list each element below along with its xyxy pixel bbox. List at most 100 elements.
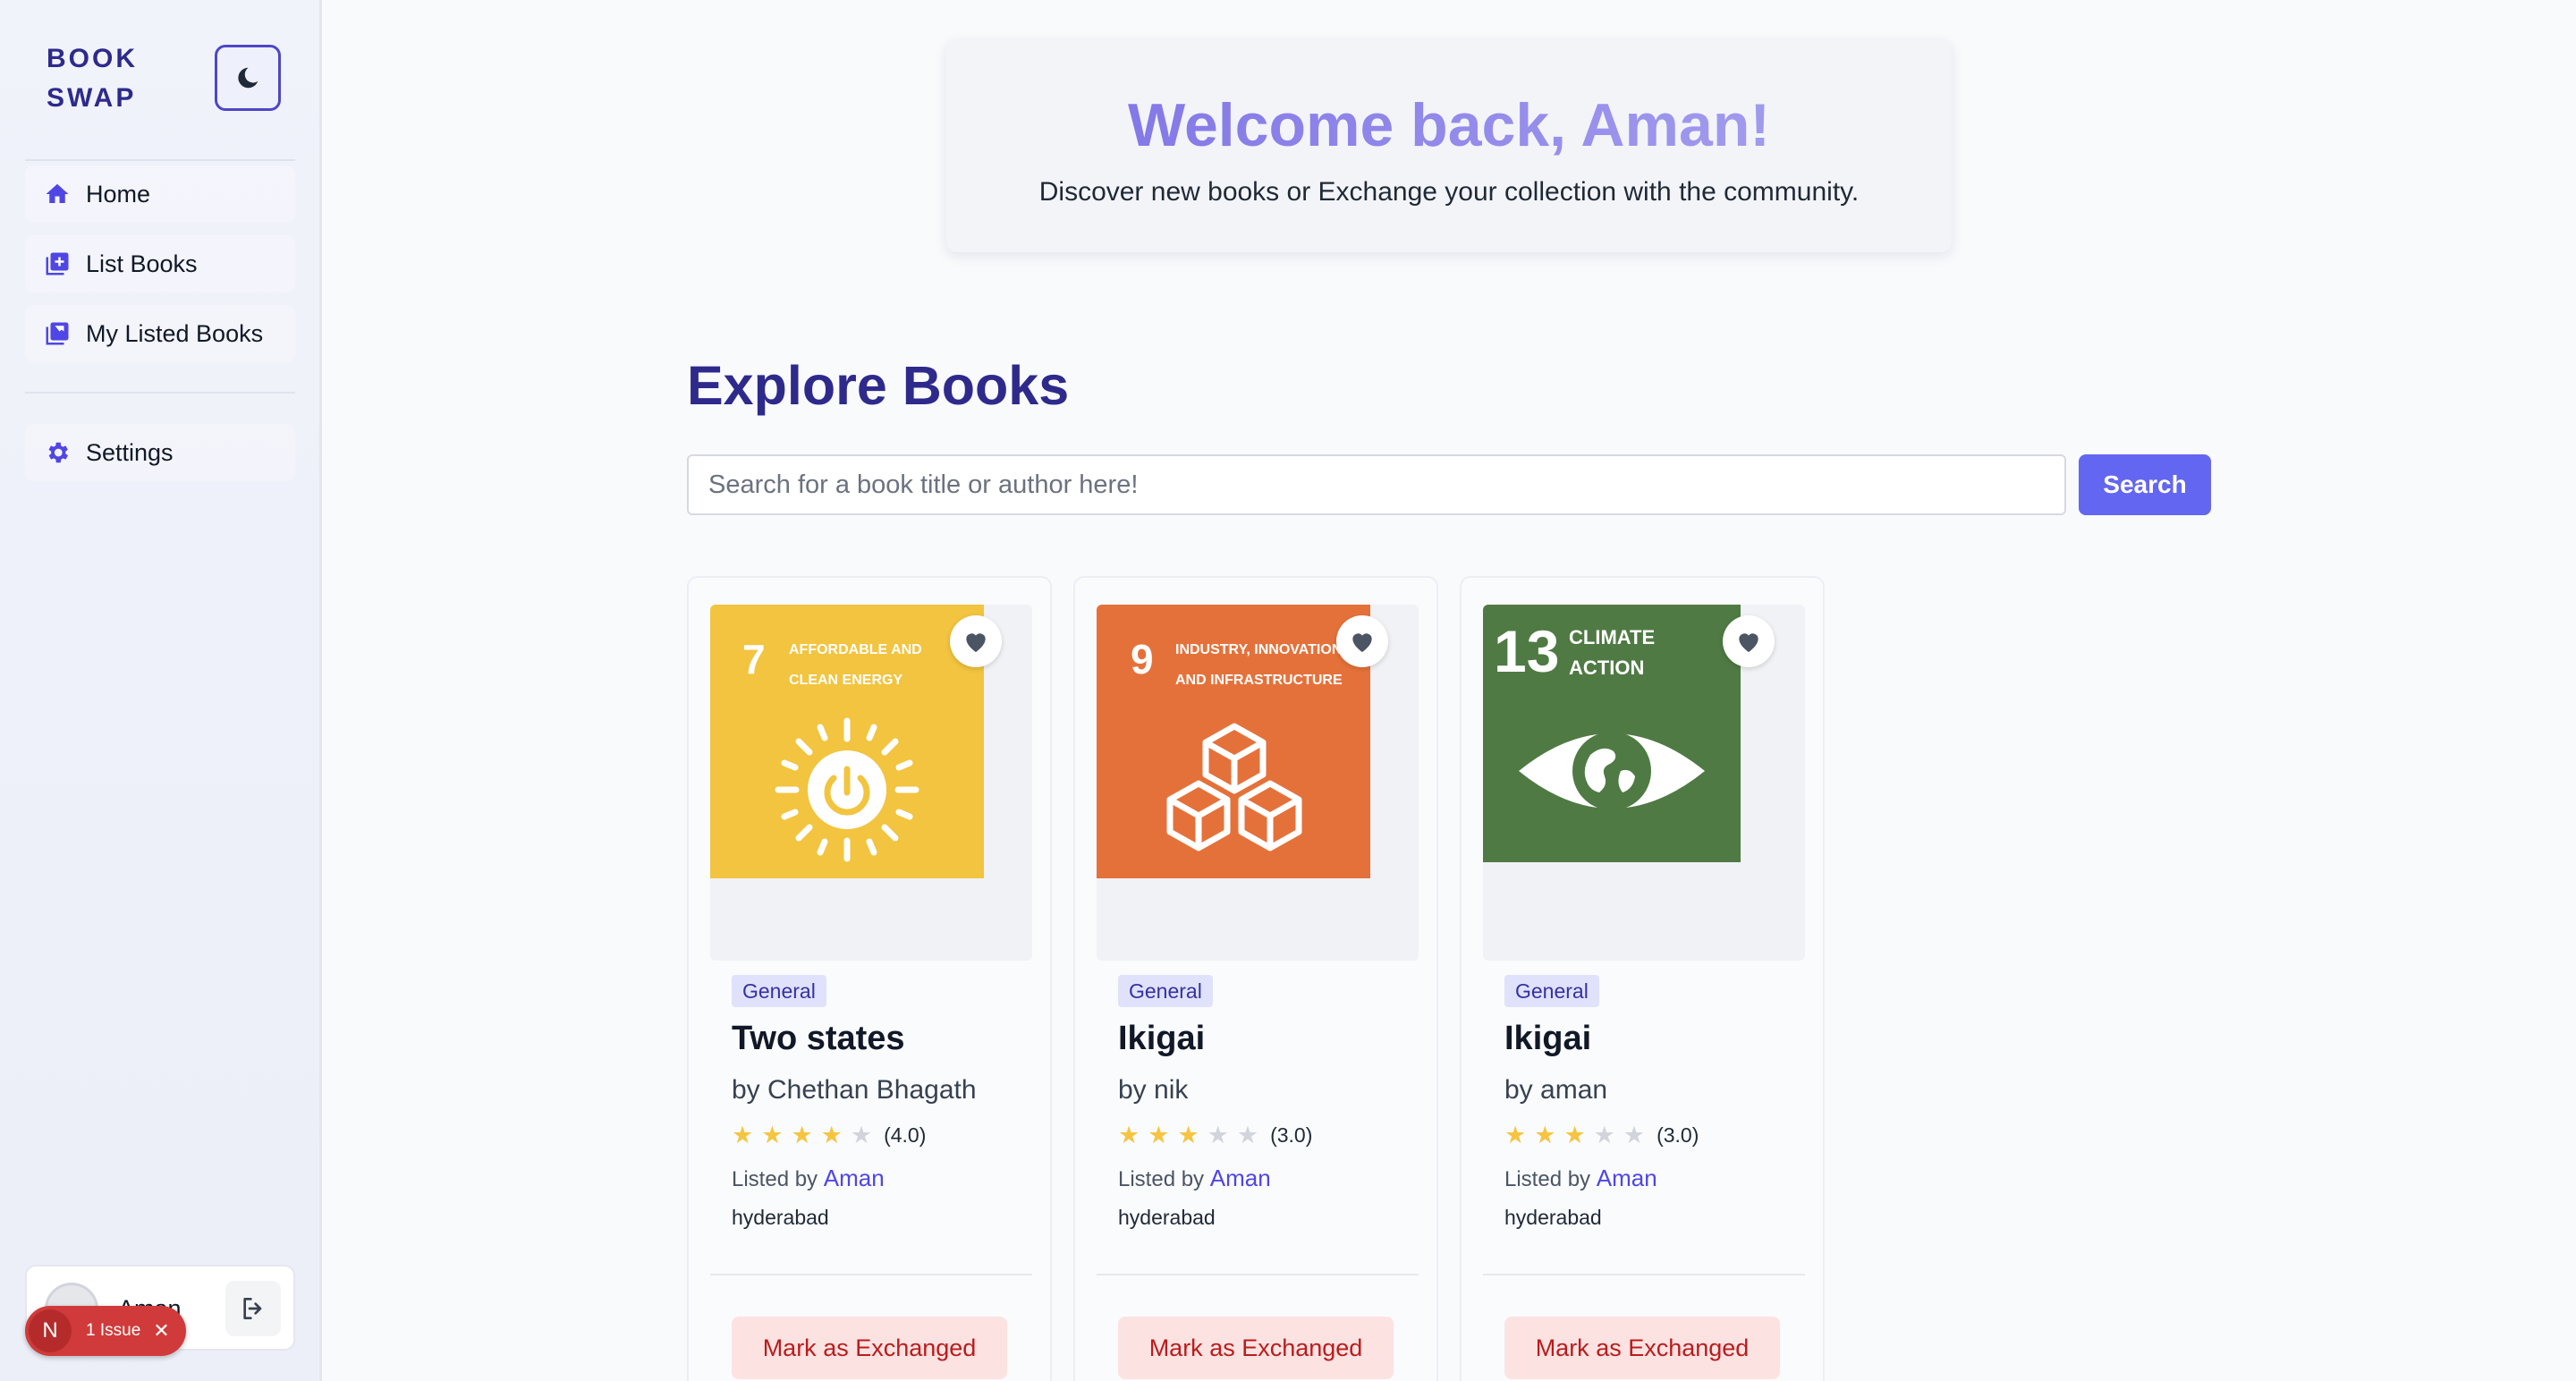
rating-value: (3.0) [1270, 1123, 1313, 1147]
favorite-button[interactable] [950, 615, 1002, 667]
book-title: Ikigai [1118, 1020, 1206, 1057]
cover-number: 13 [1494, 618, 1560, 684]
star-icon: ★ [1623, 1122, 1646, 1148]
star-icon: ★ [1563, 1122, 1586, 1148]
star-icon: ★ [1148, 1122, 1170, 1148]
book-author: by Chethan Bhagath [732, 1075, 977, 1105]
mark-exchanged-button[interactable]: Mark as Exchanged [1504, 1317, 1780, 1379]
favorite-button[interactable] [1723, 615, 1775, 667]
sidebar-item-home[interactable]: Home [25, 165, 295, 223]
close-icon[interactable]: ✕ [153, 1319, 169, 1343]
theme-toggle-button[interactable] [215, 45, 281, 111]
book-location: hyderabad [1504, 1206, 1602, 1229]
listed-by-prefix: Listed by [732, 1167, 818, 1191]
welcome-subtitle: Discover new books or Exchange your coll… [1038, 177, 1860, 207]
rating-value: (3.0) [1657, 1123, 1699, 1147]
book-card: 13 CLIMATE ACTION General Ikigai by aman … [1460, 576, 1825, 1381]
cover-caption: AFFORDABLE AND CLEAN ENERGY [789, 642, 922, 688]
star-rating: ★ ★ ★ ★ ★ (3.0) [1118, 1122, 1312, 1148]
issue-indicator[interactable]: N 1 Issue ✕ [25, 1306, 186, 1356]
brand-line-1: BOOK [47, 44, 138, 73]
home-icon [43, 180, 72, 208]
welcome-banner: Welcome back, Aman! Discover new books o… [946, 39, 1952, 252]
book-cover: 7 AFFORDABLE AND CLEAN ENERGY [710, 605, 984, 878]
star-icon: ★ [1534, 1122, 1556, 1148]
logout-icon [243, 1298, 262, 1319]
gear-icon [43, 438, 72, 467]
book-location: hyderabad [1118, 1206, 1216, 1229]
welcome-title: Welcome back, Aman! [946, 89, 1952, 161]
book-title: Ikigai [1504, 1020, 1592, 1057]
sidebar-item-label: List Books [86, 250, 198, 277]
sidebar-item-label: My Listed Books [86, 319, 264, 347]
mark-exchanged-button[interactable]: Mark as Exchanged [1118, 1317, 1394, 1379]
sidebar-divider [25, 392, 295, 394]
cover-caption: CLIMATE ACTION [1569, 626, 1656, 679]
sidebar-divider [25, 159, 295, 161]
search-input[interactable] [687, 454, 2066, 515]
card-divider [710, 1274, 1032, 1275]
book-author: by aman [1504, 1075, 1608, 1105]
star-icon: ★ [850, 1122, 873, 1148]
star-icon: ★ [1593, 1122, 1615, 1148]
listed-by-prefix: Listed by [1118, 1167, 1205, 1191]
listed-by: Listed by Aman [732, 1165, 885, 1192]
moon-icon [238, 67, 258, 89]
star-icon: ★ [791, 1122, 813, 1148]
logout-button[interactable] [225, 1281, 281, 1336]
star-icon: ★ [820, 1122, 843, 1148]
lister-link[interactable]: Aman [1597, 1165, 1657, 1191]
card-divider [1097, 1274, 1419, 1275]
book-location: hyderabad [732, 1206, 829, 1229]
library-icon [43, 319, 72, 348]
listed-by-prefix: Listed by [1504, 1167, 1591, 1191]
book-title: Two states [732, 1020, 905, 1057]
card-divider [1483, 1274, 1805, 1275]
book-card: 9 INDUSTRY, INNOVATION AND INFRASTRUCTURE… [1073, 576, 1438, 1381]
heart-icon [966, 633, 986, 652]
genre-badge: General [732, 975, 826, 1007]
genre-badge: General [1504, 975, 1599, 1007]
sidebar-item-settings[interactable]: Settings [25, 424, 295, 481]
genre-badge: General [1118, 975, 1213, 1007]
sidebar-item-label: Home [86, 180, 151, 208]
book-cover: 13 CLIMATE ACTION [1483, 605, 1741, 862]
section-title: Explore Books [687, 355, 1070, 416]
cover-number: 9 [1131, 636, 1154, 682]
eye-globe-icon [1519, 732, 1705, 810]
star-icon: ★ [761, 1122, 784, 1148]
book-card: 7 AFFORDABLE AND CLEAN ENERGY General Tw… [687, 576, 1052, 1381]
star-icon: ★ [1207, 1122, 1229, 1148]
brand-logo[interactable]: BOOK SWAP [47, 39, 138, 118]
listed-by: Listed by Aman [1504, 1165, 1657, 1192]
rating-value: (4.0) [884, 1123, 927, 1147]
heart-icon [1739, 633, 1758, 652]
star-icon: ★ [1504, 1122, 1527, 1148]
search-button[interactable]: Search [2079, 454, 2211, 515]
sidebar-item-label: Settings [86, 438, 174, 466]
star-icon: ★ [1118, 1122, 1140, 1148]
cover-caption: INDUSTRY, INNOVATION AND INFRASTRUCTURE [1175, 642, 1343, 688]
heart-icon [1352, 633, 1372, 652]
sidebar-item-my-listed-books[interactable]: My Listed Books [25, 305, 295, 362]
sun-power-icon [775, 717, 919, 862]
listed-by: Listed by Aman [1118, 1165, 1271, 1192]
nextjs-logo: N [29, 1309, 72, 1352]
mark-exchanged-button[interactable]: Mark as Exchanged [732, 1317, 1007, 1379]
lister-link[interactable]: Aman [824, 1165, 885, 1191]
favorite-button[interactable] [1336, 615, 1388, 667]
issue-count: 1 Issue [86, 1321, 141, 1340]
cover-number: 7 [742, 636, 766, 682]
star-rating: ★ ★ ★ ★ ★ (4.0) [732, 1122, 926, 1148]
lister-link[interactable]: Aman [1210, 1165, 1271, 1191]
add-box-icon [43, 250, 72, 278]
book-author: by nik [1118, 1075, 1189, 1105]
star-rating: ★ ★ ★ ★ ★ (3.0) [1504, 1122, 1699, 1148]
book-cover: 9 INDUSTRY, INNOVATION AND INFRASTRUCTURE [1097, 605, 1370, 878]
cubes-icon [1166, 723, 1302, 851]
sidebar: BOOK SWAP Home List Books My Listed Book… [0, 0, 322, 1381]
sidebar-item-list-books[interactable]: List Books [25, 235, 295, 292]
brand-line-2: SWAP [47, 83, 137, 113]
star-icon: ★ [732, 1122, 754, 1148]
star-icon: ★ [1177, 1122, 1199, 1148]
